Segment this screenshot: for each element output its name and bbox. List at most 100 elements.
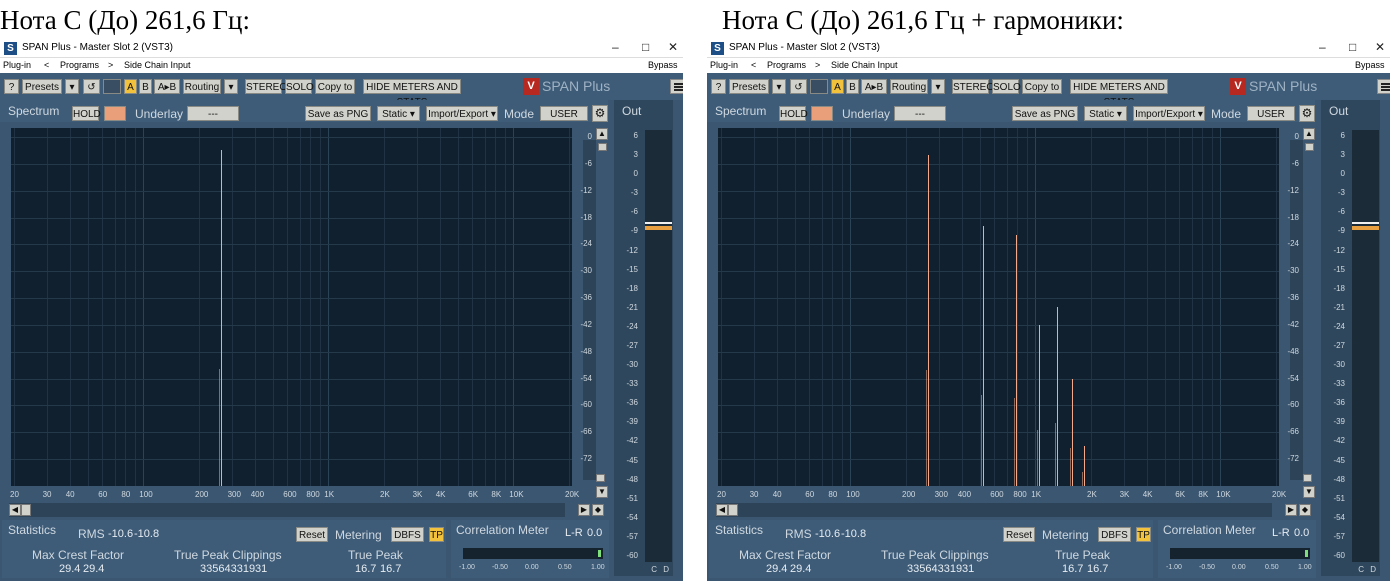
- bypass-button[interactable]: Bypass: [1355, 60, 1385, 70]
- copy-to-button[interactable]: Copy to: [1022, 79, 1062, 94]
- preset-a-button[interactable]: A: [831, 79, 844, 94]
- next-program-button[interactable]: >: [815, 60, 820, 70]
- next-program-button[interactable]: >: [108, 60, 113, 70]
- close-button[interactable]: ✕: [668, 40, 678, 54]
- dbfs-button[interactable]: DBFS: [1098, 527, 1131, 542]
- copy-a-to-b-button[interactable]: A▸B: [154, 79, 180, 94]
- vertical-scroll-thumb-bottom[interactable]: [596, 474, 605, 482]
- maximize-button[interactable]: □: [642, 40, 649, 54]
- stereo-button[interactable]: STEREO: [952, 79, 994, 94]
- color-swatch[interactable]: [810, 79, 828, 94]
- color-swatch[interactable]: [103, 79, 121, 94]
- correlation-mode[interactable]: L-R: [565, 527, 583, 539]
- copy-a-to-b-button[interactable]: A▸B: [861, 79, 887, 94]
- menu-plugin[interactable]: Plug-in: [710, 60, 738, 70]
- spectrum-tab[interactable]: Spectrum: [715, 104, 766, 118]
- grid-line: [11, 324, 572, 326]
- y-tick-label: -48: [580, 346, 592, 356]
- presets-button[interactable]: Presets: [729, 79, 769, 94]
- copy-to-button[interactable]: Copy to: [315, 79, 355, 94]
- true-peak-toggle[interactable]: TP: [1136, 527, 1151, 542]
- import-export-dropdown[interactable]: Import/Export ▾: [426, 106, 498, 121]
- menu-programs[interactable]: Programs: [60, 60, 99, 70]
- routing-dropdown-icon[interactable]: ▾: [931, 79, 945, 94]
- close-button[interactable]: ✕: [1375, 40, 1385, 54]
- correlation-mode[interactable]: L-R: [1272, 527, 1290, 539]
- help-button[interactable]: ?: [711, 79, 726, 94]
- routing-button[interactable]: Routing: [183, 79, 221, 94]
- statistics-tab[interactable]: Statistics: [8, 523, 56, 537]
- routing-dropdown-icon[interactable]: ▾: [224, 79, 238, 94]
- save-png-button[interactable]: Save as PNG: [1012, 106, 1078, 121]
- hold-button[interactable]: HOLD: [72, 106, 101, 121]
- static-dropdown[interactable]: Static ▾: [377, 106, 420, 121]
- scroll-down-icon[interactable]: ▼: [1303, 486, 1315, 498]
- gear-icon[interactable]: ⚙: [1299, 105, 1315, 122]
- zoom-fit-icon[interactable]: ◆: [592, 504, 604, 516]
- bypass-button[interactable]: Bypass: [648, 60, 678, 70]
- reset-button[interactable]: Reset: [296, 527, 328, 542]
- reset-icon[interactable]: ↺: [83, 79, 100, 94]
- true-peak-toggle[interactable]: TP: [429, 527, 444, 542]
- preset-b-button[interactable]: B: [846, 79, 859, 94]
- reset-button[interactable]: Reset: [1003, 527, 1035, 542]
- dbfs-button[interactable]: DBFS: [391, 527, 424, 542]
- spectrum-tab[interactable]: Spectrum: [8, 104, 59, 118]
- scroll-right-icon[interactable]: ▶: [1285, 504, 1297, 516]
- menu-icon[interactable]: [1377, 79, 1390, 94]
- scroll-up-icon[interactable]: ▲: [596, 128, 608, 140]
- spectrum-plot[interactable]: [718, 128, 1279, 486]
- preset-b-button[interactable]: B: [139, 79, 152, 94]
- hide-meters-button[interactable]: HIDE METERS AND STATS: [363, 79, 461, 108]
- peak-color-swatch[interactable]: [811, 106, 833, 121]
- mode-button[interactable]: USER: [1247, 106, 1295, 121]
- grid-line: [11, 163, 572, 165]
- underlay-select[interactable]: ---: [187, 106, 239, 121]
- spectrum-plot[interactable]: [11, 128, 572, 486]
- spectrum-header: Spectrum HOLD Underlay --- Save as PNG S…: [0, 100, 608, 122]
- scroll-down-icon[interactable]: ▼: [596, 486, 608, 498]
- maximize-button[interactable]: □: [1349, 40, 1356, 54]
- scroll-right-icon[interactable]: ▶: [578, 504, 590, 516]
- gear-icon[interactable]: ⚙: [592, 105, 608, 122]
- prev-program-button[interactable]: <: [44, 60, 49, 70]
- app-icon: S: [711, 42, 724, 55]
- stereo-button[interactable]: STEREO: [245, 79, 287, 94]
- reset-icon[interactable]: ↺: [790, 79, 807, 94]
- solo-button[interactable]: SOLO: [285, 79, 314, 94]
- presets-button[interactable]: Presets: [22, 79, 62, 94]
- minimize-button[interactable]: –: [1319, 40, 1326, 54]
- menu-sidechain[interactable]: Side Chain Input: [831, 60, 898, 70]
- hide-meters-button[interactable]: HIDE METERS AND STATS: [1070, 79, 1168, 108]
- presets-dropdown-icon[interactable]: ▾: [65, 79, 79, 94]
- solo-button[interactable]: SOLO: [992, 79, 1021, 94]
- menu-plugin[interactable]: Plug-in: [3, 60, 31, 70]
- zoom-fit-icon[interactable]: ◆: [1299, 504, 1311, 516]
- statistics-tab[interactable]: Statistics: [715, 523, 763, 537]
- vertical-scroll-thumb[interactable]: [1305, 143, 1314, 151]
- minimize-button[interactable]: –: [612, 40, 619, 54]
- scroll-left-icon[interactable]: ◀: [9, 503, 21, 517]
- vertical-scroll-thumb-bottom[interactable]: [1303, 474, 1312, 482]
- import-export-dropdown[interactable]: Import/Export ▾: [1133, 106, 1205, 121]
- menu-icon[interactable]: [670, 79, 683, 94]
- routing-button[interactable]: Routing: [890, 79, 928, 94]
- prev-program-button[interactable]: <: [751, 60, 756, 70]
- mode-button[interactable]: USER: [540, 106, 588, 121]
- save-png-button[interactable]: Save as PNG: [305, 106, 371, 121]
- presets-dropdown-icon[interactable]: ▾: [772, 79, 786, 94]
- hold-button[interactable]: HOLD: [779, 106, 808, 121]
- static-dropdown[interactable]: Static ▾: [1084, 106, 1127, 121]
- preset-a-button[interactable]: A: [124, 79, 137, 94]
- scroll-left-icon[interactable]: ◀: [716, 503, 728, 517]
- horizontal-scrollbar[interactable]: [728, 503, 1272, 517]
- help-button[interactable]: ?: [4, 79, 19, 94]
- horizontal-scrollbar[interactable]: [21, 503, 565, 517]
- vertical-scroll-thumb[interactable]: [598, 143, 607, 151]
- scroll-up-icon[interactable]: ▲: [1303, 128, 1315, 140]
- peak-color-swatch[interactable]: [104, 106, 126, 121]
- crest-left-value: 29.4: [766, 563, 788, 575]
- underlay-select[interactable]: ---: [894, 106, 946, 121]
- menu-sidechain[interactable]: Side Chain Input: [124, 60, 191, 70]
- menu-programs[interactable]: Programs: [767, 60, 806, 70]
